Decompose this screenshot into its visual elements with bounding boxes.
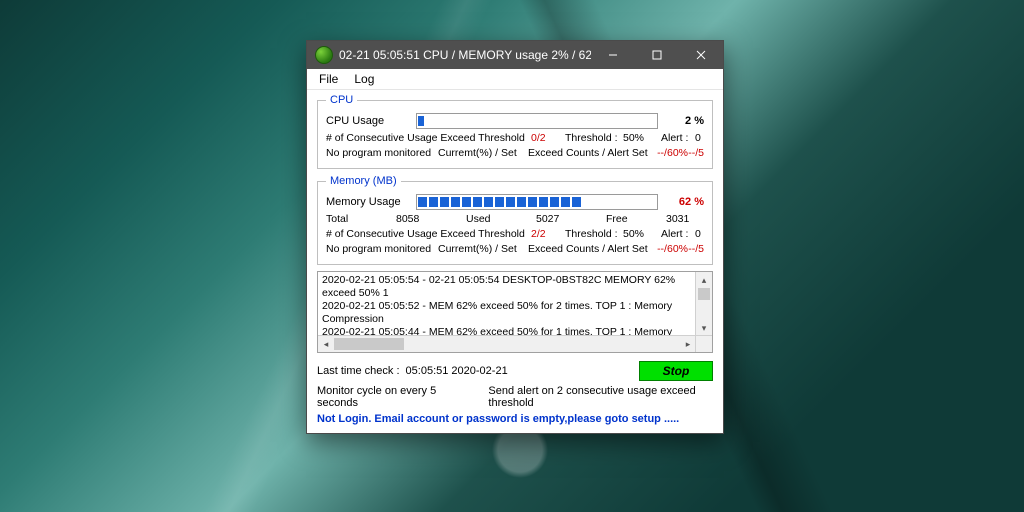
menu-file[interactable]: File [311, 70, 346, 88]
cpu-usage-bar [416, 113, 658, 129]
horizontal-scroll-thumb[interactable] [334, 338, 404, 350]
memory-set-alert: --/5 [688, 243, 704, 255]
memory-alert-value: 0 [695, 228, 701, 240]
memory-set-threshold: --/60% [648, 243, 688, 255]
cpu-set-threshold: --/60% [648, 147, 688, 159]
close-icon [696, 50, 706, 60]
client-area: CPU CPU Usage 2 % # of Consecutive Usage… [307, 90, 723, 433]
alert-rule-text: Send alert on 2 consecutive usage exceed… [488, 385, 713, 409]
cpu-alert-label: Alert : [661, 132, 695, 144]
cpu-alert-value: 0 [695, 132, 701, 144]
memory-exceed-value: 2/2 [531, 228, 565, 240]
cpu-monitored: No program monitored [326, 147, 438, 159]
maximize-button[interactable] [635, 41, 679, 69]
log-line[interactable]: 2020-02-21 05:05:52 - MEM 62% exceed 50%… [322, 300, 710, 326]
app-icon [315, 46, 333, 64]
memory-total-label: Total [326, 213, 396, 225]
horizontal-scroll-track[interactable] [334, 336, 680, 352]
scroll-corner [695, 335, 712, 352]
memory-used-value: 5027 [536, 213, 606, 225]
menu-log[interactable]: Log [346, 70, 382, 88]
scroll-left-icon[interactable]: ◂ [318, 336, 334, 352]
cpu-exceed-value: 0/2 [531, 132, 565, 144]
cpu-threshold-label: Threshold : [565, 132, 623, 144]
memory-threshold-label: Threshold : [565, 228, 623, 240]
window-title: 02-21 05:05:51 CPU / MEMORY usage 2% / 6… [339, 48, 591, 62]
titlebar[interactable]: 02-21 05:05:51 CPU / MEMORY usage 2% / 6… [307, 41, 723, 69]
scroll-right-icon[interactable]: ▸ [680, 336, 696, 352]
log-listbox[interactable]: 2020-02-21 05:05:54 - 02-21 05:05:54 DES… [317, 271, 713, 353]
last-check-label: Last time check : [317, 365, 400, 377]
cpu-current-set: Curremt(%) / Set [438, 147, 528, 159]
desktop-background: 02-21 05:05:51 CPU / MEMORY usage 2% / 6… [0, 0, 1024, 512]
memory-total-value: 8058 [396, 213, 466, 225]
vertical-scroll-track[interactable] [696, 288, 712, 320]
vertical-scroll-thumb[interactable] [698, 288, 710, 300]
memory-used-label: Used [466, 213, 536, 225]
app-window: 02-21 05:05:51 CPU / MEMORY usage 2% / 6… [306, 40, 724, 434]
log-line[interactable]: 2020-02-21 05:05:39 - Not login alert me… [322, 352, 710, 353]
memory-group: Memory (MB) Memory Usage 62 % Total 8058… [317, 175, 713, 265]
cpu-exceed-counts: Exceed Counts / Alert Set [528, 147, 648, 159]
memory-legend: Memory (MB) [326, 175, 401, 187]
cpu-threshold-value: 50% [623, 132, 661, 144]
cpu-legend: CPU [326, 94, 357, 106]
memory-threshold-value: 50% [623, 228, 661, 240]
minimize-icon [608, 50, 618, 60]
stop-button[interactable]: Stop [639, 361, 713, 381]
memory-usage-label: Memory Usage [326, 196, 416, 208]
cpu-usage-label: CPU Usage [326, 115, 416, 127]
menu-bar: File Log [307, 69, 723, 90]
last-check-value: 05:05:51 2020-02-21 [406, 365, 508, 377]
cpu-exceed-label: # of Consecutive Usage Exceed Threshold [326, 132, 531, 144]
cpu-set-alert: --/5 [688, 147, 704, 159]
memory-usage-bar [416, 194, 658, 210]
log-line[interactable]: 2020-02-21 05:05:54 - 02-21 05:05:54 DES… [322, 274, 710, 300]
memory-free-value: 3031 [666, 213, 689, 225]
cpu-group: CPU CPU Usage 2 % # of Consecutive Usage… [317, 94, 713, 169]
memory-alert-label: Alert : [661, 228, 695, 240]
cpu-usage-percent: 2 % [658, 115, 704, 127]
memory-exceed-counts: Exceed Counts / Alert Set [528, 243, 648, 255]
cpu-usage-fill [418, 116, 424, 126]
vertical-scrollbar[interactable]: ▴ ▾ [695, 272, 712, 336]
minimize-button[interactable] [591, 41, 635, 69]
monitor-cycle-text: Monitor cycle on every 5 seconds [317, 385, 460, 409]
memory-current-set: Curremt(%) / Set [438, 243, 528, 255]
close-button[interactable] [679, 41, 723, 69]
memory-monitored: No program monitored [326, 243, 438, 255]
memory-free-label: Free [606, 213, 666, 225]
scroll-down-icon[interactable]: ▾ [696, 320, 712, 336]
maximize-icon [652, 50, 662, 60]
memory-exceed-label: # of Consecutive Usage Exceed Threshold [326, 228, 531, 240]
scroll-up-icon[interactable]: ▴ [696, 272, 712, 288]
login-warning-link[interactable]: Not Login. Email account or password is … [317, 413, 713, 425]
horizontal-scrollbar[interactable]: ◂ ▸ [318, 335, 696, 352]
memory-usage-percent: 62 % [658, 196, 704, 208]
